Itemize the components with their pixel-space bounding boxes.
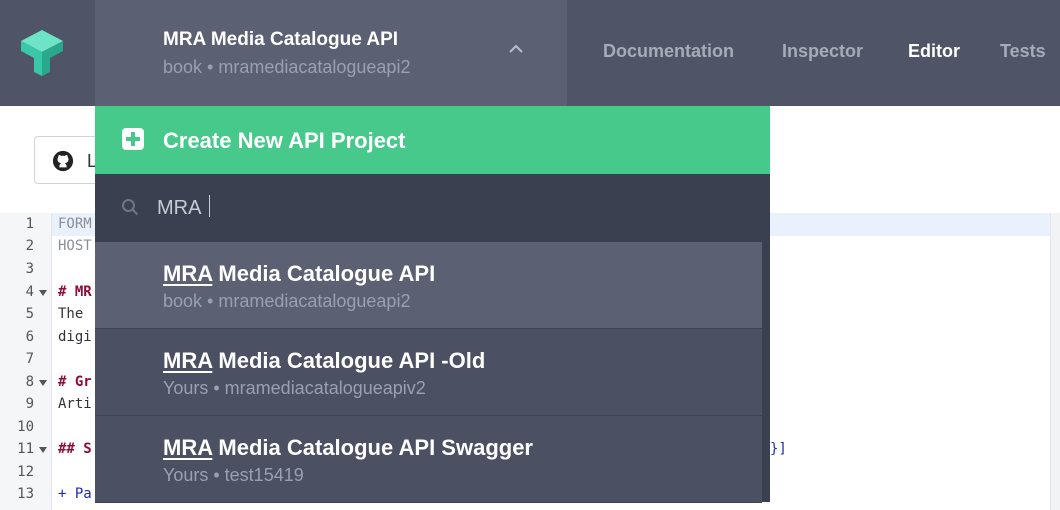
line-number: 9 <box>25 396 34 412</box>
line-number: 4 <box>25 284 34 300</box>
result-match: MRA <box>163 261 213 286</box>
plus-icon <box>122 128 144 150</box>
code-brace: }] <box>770 441 787 457</box>
result-title: MRA Media Catalogue API <box>163 261 435 287</box>
nav-tests[interactable]: Tests <box>1000 41 1046 62</box>
create-api-project-label: Create New API Project <box>163 128 406 153</box>
results-scrollbar[interactable] <box>762 242 770 502</box>
code-line: # Gr <box>58 374 92 390</box>
line-number: 12 <box>17 464 34 480</box>
line-number: 7 <box>25 351 34 367</box>
line-number: 5 <box>25 306 34 322</box>
code-line: ## S <box>58 441 92 457</box>
nav-documentation[interactable]: Documentation <box>603 41 734 62</box>
result-title: MRA Media Catalogue API -Old <box>163 348 485 374</box>
fold-arrow-icon[interactable] <box>39 447 47 453</box>
line-number: 6 <box>25 329 34 345</box>
result-subtitle: Yours • mramediacatalogueapiv2 <box>163 378 426 398</box>
project-dropdown: Create New API Project MRA Media Catalog… <box>95 106 770 503</box>
fold-arrow-icon[interactable] <box>39 380 47 386</box>
line-number: 1 <box>25 216 34 232</box>
line-number: 13 <box>17 486 34 502</box>
top-bar: MRA Media Catalogue API book • mramediac… <box>0 0 1060 106</box>
editor-scrollbar[interactable] <box>1050 213 1060 510</box>
result-subtitle: book • mramediacatalogueapi2 <box>163 291 411 311</box>
app-logo-icon[interactable] <box>17 28 67 78</box>
search-icon <box>122 199 139 216</box>
code-line: FORM <box>58 216 92 232</box>
code-line: digi <box>58 329 92 345</box>
project-result-item[interactable]: MRA Media Catalogue API book • mramediac… <box>95 242 762 329</box>
project-subtitle: book • mramediacatalogueapi2 <box>163 57 411 77</box>
text-caret <box>209 195 210 217</box>
line-number: 10 <box>17 419 34 435</box>
create-api-project-button[interactable]: Create New API Project <box>95 106 770 174</box>
code-line: Arti <box>58 396 92 412</box>
result-subtitle: Yours • test15419 <box>163 465 304 485</box>
chevron-up-icon[interactable] <box>508 44 524 54</box>
code-line: # MR <box>58 284 92 300</box>
code-line: The <box>58 306 92 322</box>
fold-arrow-icon[interactable] <box>39 290 47 296</box>
result-match: MRA <box>163 348 213 373</box>
nav-editor[interactable]: Editor <box>908 41 960 62</box>
line-number: 3 <box>25 261 34 277</box>
search-row <box>95 174 770 242</box>
project-result-item[interactable]: MRA Media Catalogue API Swagger Yours • … <box>95 416 762 503</box>
result-title: MRA Media Catalogue API Swagger <box>163 435 533 461</box>
line-number: 2 <box>25 238 34 254</box>
code-line: HOST <box>58 238 92 254</box>
result-title-rest: Media Catalogue API <box>212 261 436 286</box>
project-results-list: MRA Media Catalogue API book • mramediac… <box>95 242 762 503</box>
project-search-input[interactable] <box>157 190 717 226</box>
line-number: 11 <box>17 441 34 457</box>
line-number: 8 <box>25 374 34 390</box>
result-title-rest: Media Catalogue API -Old <box>212 348 486 373</box>
result-title-rest: Media Catalogue API Swagger <box>212 435 533 460</box>
project-switcher[interactable]: MRA Media Catalogue API book • mramediac… <box>95 0 567 106</box>
result-match: MRA <box>163 435 213 460</box>
nav-inspector[interactable]: Inspector <box>782 41 863 62</box>
code-line: + Pa <box>58 486 92 502</box>
project-result-item[interactable]: MRA Media Catalogue API -Old Yours • mra… <box>95 329 762 416</box>
project-title: MRA Media Catalogue API <box>163 29 399 50</box>
github-icon <box>52 150 74 172</box>
